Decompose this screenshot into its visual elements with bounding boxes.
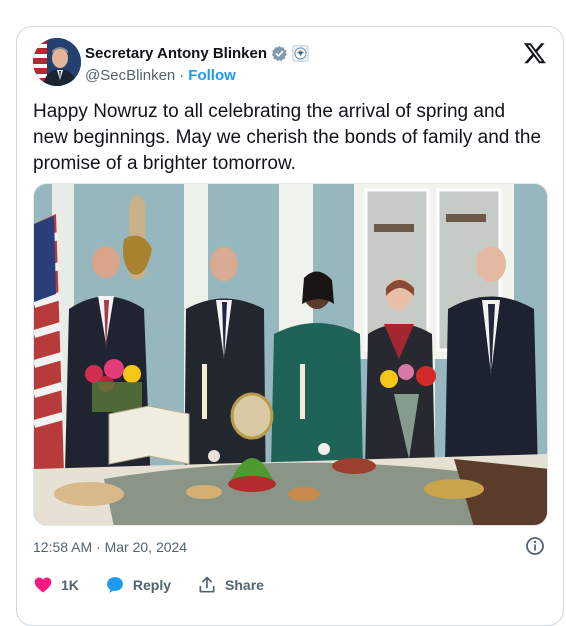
author-handle[interactable]: @SecBlinken — [85, 67, 175, 84]
share-label: Share — [225, 577, 264, 593]
author-display-name[interactable]: Secretary Antony Blinken — [85, 45, 267, 62]
share-icon — [199, 576, 215, 593]
like-count: 1K — [61, 577, 79, 593]
tweet-timestamp[interactable]: 12:58 AM · Mar 20, 2024 — [33, 539, 187, 555]
tweet-actions: 1K Reply Share — [33, 575, 290, 595]
x-logo-icon[interactable] — [523, 41, 547, 65]
share-button[interactable]: Share — [197, 575, 264, 595]
tweet-photo[interactable] — [33, 183, 548, 526]
avatar[interactable] — [33, 38, 81, 86]
tweet-text: Happy Nowruz to all celebrating the arri… — [33, 101, 542, 174]
heart-icon — [34, 577, 52, 593]
reply-button[interactable]: Reply — [105, 575, 171, 595]
government-seal-icon — [292, 44, 309, 62]
like-button[interactable]: 1K — [33, 575, 79, 595]
reply-label: Reply — [132, 577, 172, 593]
follow-button[interactable]: Follow — [188, 67, 236, 84]
nowruz-photo-image — [34, 184, 547, 525]
author-handle-row: @SecBlinken · Follow — [85, 65, 236, 85]
speech-bubble-icon — [106, 577, 123, 593]
verified-badge-icon — [271, 45, 288, 62]
info-icon[interactable] — [525, 536, 545, 556]
tweet-card: Secretary Antony Blinken @SecBlinken · F… — [16, 26, 564, 626]
author-name-row: Secretary Antony Blinken — [85, 43, 309, 63]
separator-dot: · — [179, 66, 185, 84]
